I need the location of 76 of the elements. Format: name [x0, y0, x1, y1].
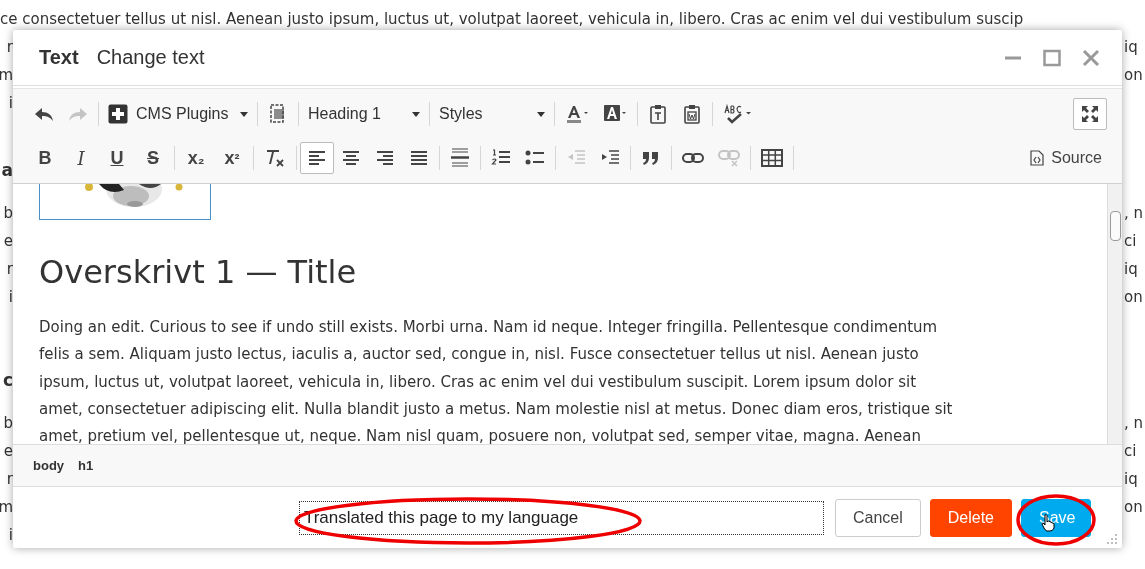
- background-color-icon: [603, 104, 627, 124]
- message-field[interactable]: Translated this page to my language: [298, 500, 824, 535]
- align-left-button[interactable]: [300, 142, 334, 174]
- background-text: on: [1124, 65, 1143, 86]
- puzzle-icon: [108, 104, 128, 124]
- background-text: e: [3, 441, 13, 462]
- background-text: m: [0, 497, 13, 518]
- background-text: r: [6, 37, 13, 58]
- horizontal-rule-icon: [450, 148, 470, 168]
- caret-icon: [537, 111, 545, 117]
- plugins-dropdown[interactable]: CMS Plugins: [102, 98, 254, 130]
- template-icon: [269, 104, 287, 124]
- maximize-editor-button[interactable]: [1073, 98, 1107, 130]
- underline-button[interactable]: U: [99, 142, 135, 174]
- background-text: b: [3, 413, 13, 434]
- expand-icon: [1081, 105, 1099, 123]
- caret-icon: [240, 111, 248, 117]
- background-text: b: [3, 203, 13, 224]
- background-text: e: [3, 231, 13, 252]
- bullet-list-icon: [525, 149, 545, 167]
- background-text: ce consectetuer tellus ut nisl. Aenean justo ipsum, luctus ut, volutpat laoreet, vehicula in, libero. Cras ac enim vel dui vestibulum suscip: [0, 9, 1024, 30]
- clear-format-icon: [264, 147, 286, 169]
- scrollbar-thumb[interactable]: [1110, 211, 1121, 241]
- resize-grip-icon[interactable]: [1106, 533, 1118, 545]
- justify-icon: [410, 150, 428, 166]
- align-right-icon: [376, 150, 394, 166]
- clipboard-icon: [649, 104, 667, 124]
- maximize-icon[interactable]: [1043, 48, 1061, 67]
- caret-icon: [412, 111, 420, 117]
- document-icon: [1030, 150, 1045, 166]
- background-text: , n: [1124, 203, 1144, 224]
- spellcheck-icon: [723, 104, 753, 124]
- text-color-icon: [565, 104, 589, 124]
- path-element[interactable]: body: [29, 456, 69, 475]
- background-text: i: [8, 93, 13, 114]
- unlink-icon: [718, 149, 740, 167]
- background-text: ci: [1124, 441, 1137, 462]
- background-text: on: [1124, 497, 1143, 518]
- dialog-title: Text: [39, 46, 79, 69]
- background-heading: c: [2, 369, 13, 392]
- dialog-subtitle: Change text: [96, 46, 206, 69]
- background-text: iq: [1124, 37, 1138, 58]
- path-element[interactable]: h1: [74, 456, 98, 475]
- undo-icon: [34, 106, 54, 122]
- align-center-icon: [342, 150, 360, 166]
- background-text: iq: [1124, 469, 1138, 490]
- background-text: i: [8, 287, 13, 308]
- background-heading: a: [1, 159, 13, 182]
- align-left-icon: [308, 150, 326, 166]
- background-text: on: [1124, 287, 1143, 308]
- background-text: r: [6, 469, 13, 490]
- background-text: iq: [1124, 259, 1138, 280]
- bold-button[interactable]: B: [27, 142, 63, 174]
- close-icon[interactable]: [1082, 48, 1100, 67]
- cancel-button[interactable]: Cancel: [834, 498, 921, 537]
- italic-button[interactable]: I: [63, 142, 99, 174]
- format-dropdown[interactable]: Heading 1: [302, 98, 426, 130]
- strike-button[interactable]: S: [135, 142, 171, 174]
- indent-icon: [600, 149, 620, 167]
- styles-dropdown[interactable]: Styles: [433, 98, 551, 130]
- table-icon: [761, 149, 783, 167]
- content-heading: Overskrivt 1 — Title: [39, 252, 358, 293]
- scrollbar[interactable]: [1107, 184, 1122, 444]
- clipboard-icon: [683, 104, 701, 124]
- redo-icon: [68, 106, 88, 122]
- link-icon: [682, 151, 704, 165]
- outdent-icon: [566, 149, 586, 167]
- background-text: , n: [1124, 413, 1144, 434]
- quote-icon: [641, 150, 661, 166]
- numbered-list-icon: [491, 149, 511, 167]
- background-text: ci: [1124, 231, 1137, 252]
- source-button[interactable]: Source: [1025, 142, 1107, 174]
- background-text: i: [8, 525, 13, 546]
- content-paragraph: Doing an edit. Curious to see if undo still exists. Morbi urna. Nam id neque. Integer fringilla. Pellentesque condimentum felis a sem. Aliquam justo lectus, iaculis a, auctor sed, congue in, nisl. Fusce consectetuer tellus ut nisl. Aenean justo ipsum, luctus ut, volutpat laoreet, vehicula in, libero. Cras ac enim vel dui vestibulum suscipit. Lorem ipsum dolor sit amet, consectetuer adipiscing elit. Nulla blandit justo a metus. Nam molestie nisl at metus. Donec diam eros, tristique sit amet, pretium vel, pellentesque ut, neque. Nam nisl quam, posuere non, volutpat sed, semper vitae, magna. Aenean: [39, 317, 954, 444]
- background-text: r: [6, 259, 13, 280]
- background-text: m: [0, 65, 13, 86]
